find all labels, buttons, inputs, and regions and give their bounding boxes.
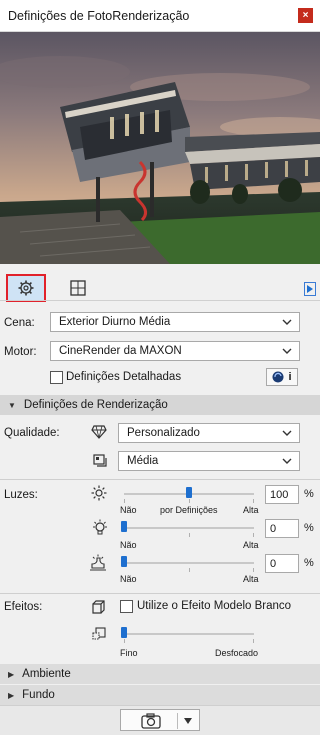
sun-slider-thumb[interactable]: [186, 487, 192, 498]
tick: [253, 533, 254, 537]
scene-label: Cena:: [4, 317, 35, 329]
engine-select[interactable]: CineRender da MAXON: [50, 341, 300, 361]
background-title: Fundo: [22, 689, 55, 701]
triangle-right-icon: [307, 285, 313, 293]
lamp-max-label: Alta: [243, 540, 259, 550]
expand-panel-button[interactable]: [304, 282, 316, 296]
lamp-value-input[interactable]: 0: [265, 519, 299, 538]
environment-title: Ambiente: [22, 668, 71, 680]
chevron-down-icon: [282, 430, 292, 436]
sun-max-label: Alta: [243, 505, 259, 515]
blur-slider-track[interactable]: [124, 633, 254, 635]
tick: [253, 499, 254, 503]
ambient-unit: %: [304, 557, 314, 569]
quality-label: Qualidade:: [4, 427, 60, 439]
gear-icon: [18, 280, 34, 296]
engine-value: CineRender da MAXON: [59, 345, 182, 357]
info-icon: i: [288, 371, 292, 383]
tick: [253, 568, 254, 572]
info-button[interactable]: i: [266, 368, 298, 386]
toolbar-divider: [0, 300, 320, 301]
lightbulb-icon: [93, 519, 107, 535]
white-model-cube-icon: [92, 600, 105, 614]
render-settings-title: Definições de Renderização: [23, 399, 168, 411]
chevron-down-icon: [282, 458, 292, 464]
tick: [189, 499, 190, 503]
tab-settings[interactable]: [6, 274, 46, 302]
white-model-label: Utilize o Efeito Modelo Branco: [137, 600, 292, 612]
background-header[interactable]: ▶ Fundo: [0, 685, 320, 705]
tick: [253, 639, 254, 643]
triangle-down-icon: ▼: [8, 400, 16, 410]
close-button[interactable]: ×: [298, 8, 313, 23]
engine-label: Motor:: [4, 346, 37, 358]
tick: [189, 533, 190, 537]
triangle-down-icon[interactable]: [183, 716, 193, 726]
tab-size[interactable]: [64, 276, 92, 300]
blur-max-label: Desfocado: [215, 648, 259, 658]
ambient-max-label: Alta: [243, 574, 259, 584]
effects-label: Efeitos:: [4, 601, 43, 613]
ambient-slider-thumb[interactable]: [121, 556, 127, 567]
tick: [124, 499, 125, 503]
lamp-unit: %: [304, 522, 314, 534]
grid-crosshair-icon: [70, 280, 86, 296]
blur-min-label: Fino: [120, 648, 138, 658]
chevron-down-icon: [282, 319, 292, 325]
scene-select[interactable]: Exterior Diurno Média: [50, 312, 300, 332]
triangle-right-icon: ▶: [8, 669, 15, 679]
quality-preset-select[interactable]: Personalizado: [118, 423, 300, 443]
quality-preset-value: Personalizado: [127, 427, 200, 439]
image-quality-icon: [93, 454, 107, 467]
tick: [124, 639, 125, 643]
scene-value: Exterior Diurno Média: [59, 316, 171, 328]
lamp-slider-thumb[interactable]: [121, 521, 127, 532]
environment-header[interactable]: ▶ Ambiente: [0, 664, 320, 684]
sun-min-label: Não: [120, 505, 137, 515]
lamp-slider-track[interactable]: [124, 527, 254, 529]
lights-label: Luzes:: [4, 489, 38, 501]
camera-icon: [141, 713, 161, 729]
button-separator: [177, 713, 178, 729]
ambient-slider-track[interactable]: [124, 562, 254, 564]
window-title: Definições de FotoRenderização: [8, 9, 190, 23]
white-model-checkbox[interactable]: [120, 600, 133, 613]
ambient-min-label: Não: [120, 574, 137, 584]
divider: [0, 479, 320, 480]
tab-toolbar: [0, 268, 320, 304]
divider: [0, 593, 320, 594]
quality-level-value: Média: [127, 455, 159, 467]
quality-level-select[interactable]: Média: [118, 451, 300, 471]
render-settings-header[interactable]: ▼ Definições de Renderização: [0, 395, 320, 415]
ambient-light-icon: [90, 554, 106, 571]
lamp-min-label: Não: [120, 540, 137, 550]
blur-icon: [92, 627, 106, 640]
detailed-settings-checkbox[interactable]: [50, 371, 63, 384]
tick: [189, 568, 190, 572]
sun-mid-label: por Definições: [160, 505, 218, 515]
chevron-down-icon: [282, 348, 292, 354]
render-button[interactable]: [120, 709, 200, 731]
blur-slider-thumb[interactable]: [121, 627, 127, 638]
detailed-settings-label: Definições Detalhadas: [66, 371, 182, 383]
sun-value-input[interactable]: 100: [265, 485, 299, 504]
render-preview: [0, 32, 320, 264]
sun-icon: [91, 485, 107, 501]
ambient-value-input[interactable]: 0: [265, 554, 299, 573]
sun-unit: %: [304, 488, 314, 500]
triangle-right-icon: ▶: [8, 690, 15, 700]
cinema4d-logo-icon: [272, 371, 284, 383]
diamond-icon: [91, 425, 107, 439]
